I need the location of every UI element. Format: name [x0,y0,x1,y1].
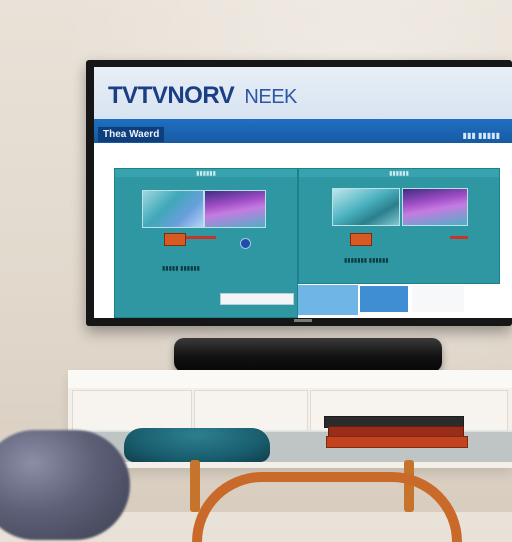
panel-right-strip-a [298,285,358,315]
panel-right-strip-b [360,286,408,312]
panel-left-badge [164,233,186,246]
panel-right-strip-c [412,286,464,312]
panel-right-title: ▮▮▮▮▮▮ [389,171,409,177]
panel-right-bar [450,236,468,239]
foreground-cushion [0,430,130,540]
panel-right-thumbnail-2 [402,188,468,226]
nav-title: Thea Waerd [98,127,165,142]
panel-right-badge [350,233,372,246]
panel-right-caption: ▮▮▮▮▮▮▮ ▮▮▮▮▮▮ [344,258,389,264]
panel-left-bar [186,236,216,239]
panel-left-caption: ▮▮▮▮▮ ▮▮▮▮▮▮ [162,266,200,272]
console-top [68,370,512,388]
chair-back [192,472,462,542]
panel-left-button[interactable] [220,293,294,305]
tv-brand-mark [294,319,312,322]
panel-left-thumbnail-2 [204,190,266,228]
decorative-bowl [124,428,270,462]
panel-right-thumbnail-1 [332,188,400,226]
content-panel-right: ▮▮▮▮▮▮ [298,168,500,284]
screen-header: TVTVNORV NEEK [94,67,512,119]
panel-left-dot [240,238,251,249]
console-drawer-2 [194,390,308,432]
brand-subtitle: NEEK [244,86,297,108]
soundbar [174,338,442,372]
console-drawer-1 [72,390,192,432]
panel-left-thumbnail-1 [142,190,204,228]
brand-logo: TVTVNORV NEEK [108,82,297,110]
brand-title: TVTVNORV [108,82,235,109]
table-leg-left [190,460,200,512]
panel-left-title: ▮▮▮▮▮▮ [196,171,216,177]
book-3 [326,436,468,448]
book-stack [324,414,468,454]
nav-links: ▮▮▮ ▮▮▮▮▮ [462,131,500,140]
